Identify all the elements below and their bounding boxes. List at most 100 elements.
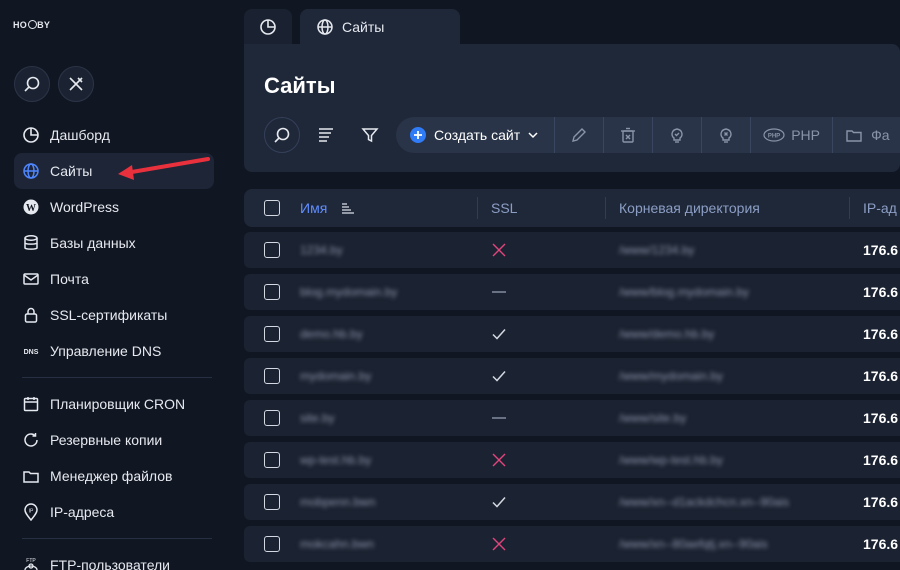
ssl-status: [491, 400, 507, 436]
ip-address: 176.6: [863, 326, 899, 342]
table-row[interactable]: mydomain.by/www/mydomain.by 176.6: [244, 358, 900, 394]
ssl-status: [491, 484, 507, 520]
ssl-check-icon: [492, 371, 506, 382]
root-directory: /www/wp-test.hb.by: [619, 453, 724, 467]
wordpress-icon: W: [22, 198, 40, 216]
column-header-ssl[interactable]: SSL: [491, 189, 517, 227]
ssl-status: [491, 526, 507, 562]
site-name[interactable]: wp-test.hb.by: [300, 442, 371, 478]
dns-icon: DNS: [22, 342, 40, 360]
sidebar-item-ssl[interactable]: SSL-сертификаты: [14, 297, 214, 333]
sidebar-item-mail[interactable]: Почта: [14, 261, 214, 297]
delete-button[interactable]: [604, 117, 654, 153]
table-row[interactable]: mobpenn.bwn/www/xn--d1ackdchcn.xn--90ais…: [244, 484, 900, 520]
trash-icon: [621, 127, 636, 143]
pencil-icon: [572, 128, 587, 142]
row-checkbox[interactable]: [264, 274, 280, 310]
site-name[interactable]: mydomain.by: [300, 358, 371, 394]
root-directory: /www/blog.mydomain.by: [619, 285, 750, 299]
sidebar-item-wordpress[interactable]: W WordPress: [14, 189, 214, 225]
checkbox-box: [264, 200, 280, 216]
sort-button[interactable]: [316, 125, 336, 145]
pie-chart-icon: [22, 126, 40, 144]
search-button[interactable]: [264, 117, 300, 153]
sidebar-item-dns[interactable]: DNS Управление DNS: [14, 333, 214, 369]
search-button[interactable]: [14, 66, 50, 102]
column-header-root[interactable]: Корневая директория: [619, 189, 760, 227]
table-row[interactable]: 1234.by/www/1234.by 176.6: [244, 232, 900, 268]
table-row[interactable]: demo.hb.by/www/demo.hb.by 176.6: [244, 316, 900, 352]
globe-icon: [316, 18, 334, 36]
column-ssl-label: SSL: [491, 200, 518, 216]
row-checkbox[interactable]: [264, 526, 280, 562]
logo-text-left: HO: [13, 20, 28, 30]
calendar-icon: [22, 395, 40, 413]
refresh-icon: [22, 431, 40, 449]
site-name[interactable]: mobpenn.bwn: [300, 484, 375, 520]
search-icon: [24, 76, 40, 92]
edit-button[interactable]: [555, 117, 605, 153]
checkbox-box: [264, 326, 280, 342]
ip-address: 176.6: [863, 536, 899, 552]
row-checkbox[interactable]: [264, 484, 280, 520]
row-checkbox[interactable]: [264, 232, 280, 268]
sidebar-item-cron[interactable]: Планировщик CRON: [14, 386, 214, 422]
logo[interactable]: HO BY: [13, 20, 50, 30]
sidebar-item-backups[interactable]: Резервные копии: [14, 422, 214, 458]
sidebar-item-label: Сайты: [50, 163, 93, 179]
svg-text:W: W: [26, 203, 36, 214]
ssl-check-icon: [492, 497, 506, 508]
sidebar-item-label: WordPress: [50, 199, 119, 215]
filter-button[interactable]: [360, 125, 380, 145]
sidebar-item-ip[interactable]: IP IP-адреса: [14, 494, 214, 530]
sidebar-item-label: Управление DNS: [50, 343, 162, 359]
sidebar-item-label: Дашборд: [50, 127, 110, 143]
row-checkbox[interactable]: [264, 316, 280, 352]
table-header: Имя SSL Корневая директория IP-ад: [244, 189, 900, 227]
site-name[interactable]: demo.hb.by: [300, 316, 363, 352]
sidebar-item-databases[interactable]: Базы данных: [14, 225, 214, 261]
site-name[interactable]: blog.mydomain.by: [300, 274, 397, 310]
select-all-checkbox[interactable]: [264, 189, 280, 227]
site-name[interactable]: mokcahn.bwn: [300, 526, 374, 562]
disable-button[interactable]: [702, 117, 752, 153]
svg-text:FTP: FTP: [26, 558, 36, 564]
svg-text:IP: IP: [29, 509, 34, 515]
ip-pin-icon: IP: [22, 503, 40, 521]
tools-button[interactable]: [58, 66, 94, 102]
tab-sites[interactable]: Сайты: [300, 9, 460, 45]
sidebar-item-dashboard[interactable]: Дашборд: [14, 117, 214, 153]
column-header-ip[interactable]: IP-ад: [863, 189, 897, 227]
checkbox-box: [264, 284, 280, 300]
table-row[interactable]: wp-test.hb.by/www/wp-test.hb.by 176.6: [244, 442, 900, 478]
table-row[interactable]: mokcahn.bwn/www/xn--80aefqtj.xn--90ais 17…: [244, 526, 900, 562]
files-button[interactable]: Фа: [833, 117, 893, 153]
site-name[interactable]: site.by: [300, 400, 335, 436]
root-directory: /www/xn--80aefqtj.xn--90ais: [619, 537, 768, 551]
row-checkbox[interactable]: [264, 400, 280, 436]
sidebar-item-label: Резервные копии: [50, 432, 163, 448]
enable-button[interactable]: [653, 117, 703, 153]
php-label: PHP: [791, 127, 821, 143]
row-checkbox[interactable]: [264, 442, 280, 478]
column-header-name[interactable]: Имя: [300, 189, 355, 227]
row-checkbox[interactable]: [264, 358, 280, 394]
site-name[interactable]: 1234.by: [300, 232, 343, 268]
table-row[interactable]: site.by/www/site.by 176.6: [244, 400, 900, 436]
column-ip-label: IP-ад: [863, 200, 897, 216]
plus-icon: [410, 127, 426, 143]
globe-icon: [22, 162, 40, 180]
checkbox-box: [264, 410, 280, 426]
php-button[interactable]: PHP PHP: [751, 117, 834, 153]
root-directory: /www/1234.by: [619, 243, 695, 257]
sidebar-item-ftp[interactable]: FTP FTP-пользователи: [14, 547, 214, 570]
sidebar-item-file-manager[interactable]: Менеджер файлов: [14, 458, 214, 494]
table-row[interactable]: blog.mydomain.by/www/blog.mydomain.by 176…: [244, 274, 900, 310]
ssl-check-icon: [492, 329, 506, 340]
sort-asc-icon: [342, 203, 355, 214]
folder-icon: [846, 130, 862, 142]
tab-dashboard[interactable]: [244, 9, 292, 45]
ip-address: 176.6: [863, 284, 899, 300]
create-site-button[interactable]: Создать сайт: [396, 117, 556, 153]
ip-address: 176.6: [863, 410, 899, 426]
